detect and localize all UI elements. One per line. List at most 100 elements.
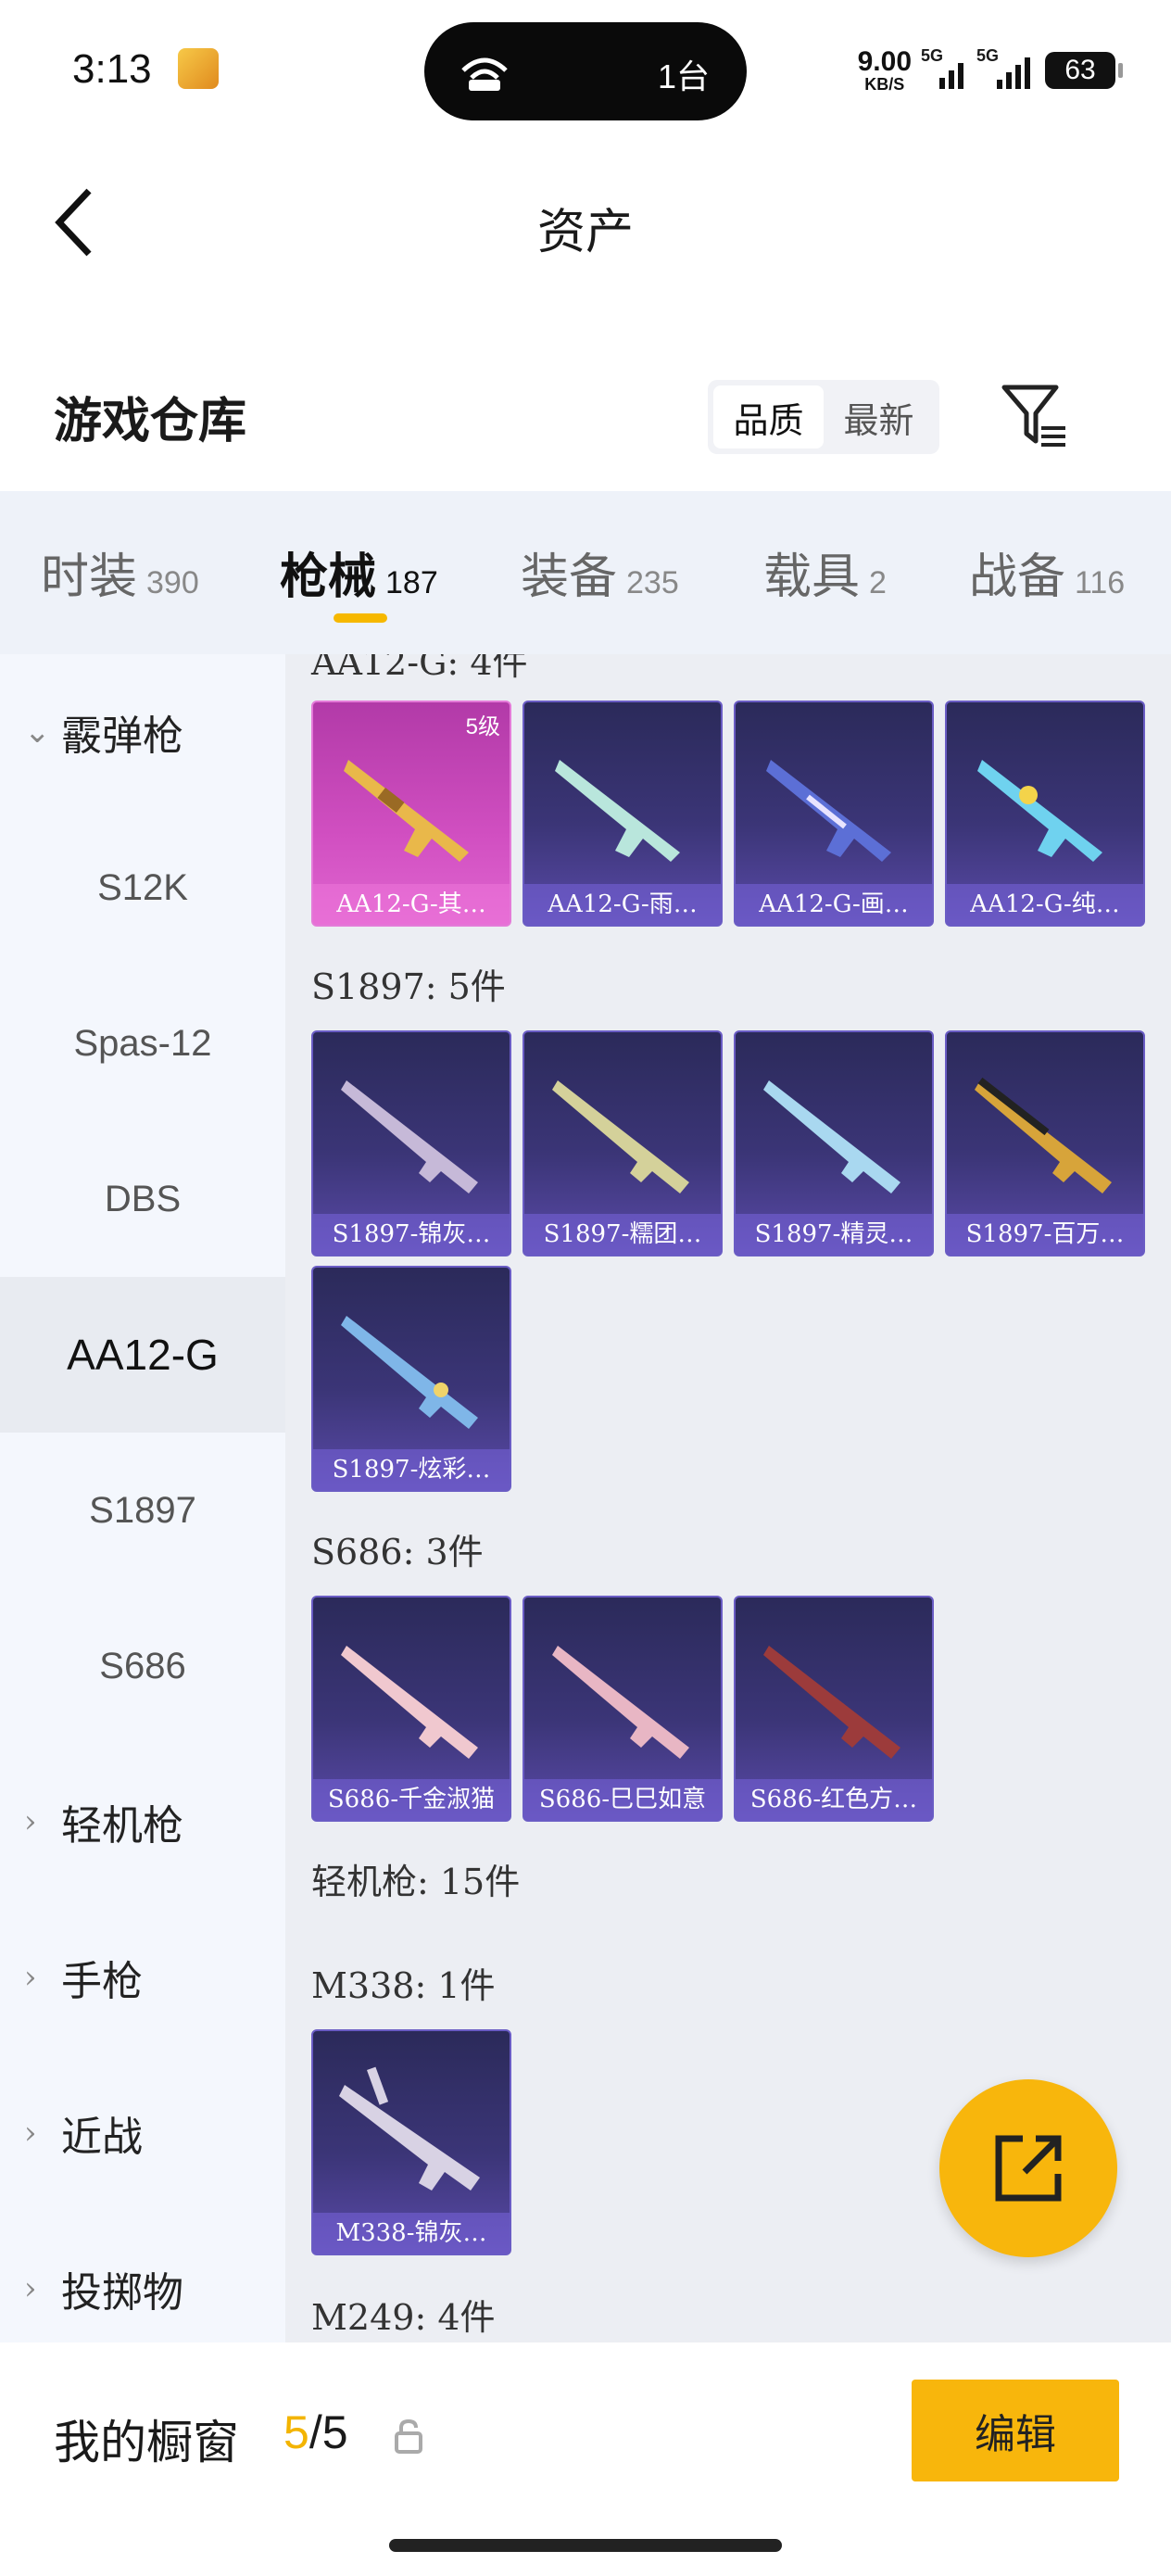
showcase-total: /5 [308, 2406, 348, 2458]
status-indicators: 9.00 KB/S 5G 5G 63 [858, 43, 1123, 98]
weapon-card[interactable]: S1897-精灵… [734, 1030, 934, 1256]
weapon-card[interactable]: AA12-G-画… [734, 701, 934, 927]
sort-newest-button[interactable]: 最新 [824, 385, 934, 448]
shotgun-icon [341, 1080, 478, 1193]
weapon-card-label: M338-锦灰… [313, 2213, 510, 2254]
page-title: 资产 [536, 205, 634, 260]
sidebar-group-label: 手枪 [61, 1958, 143, 2005]
sidebar-group-shotgun[interactable]: ⌄ 霰弹枪 [0, 654, 285, 810]
sidebar-group-label: 霰弹枪 [61, 713, 183, 760]
edit-button[interactable]: 编辑 [912, 2380, 1119, 2481]
showcase-label: 我的橱窗 [54, 2416, 239, 2469]
tab-label: 战备 [969, 549, 1066, 605]
section-label-m338: M338: 1件 [311, 1965, 496, 2006]
weapon-card[interactable]: AA12-G-纯… [945, 701, 1145, 927]
chevron-down-icon: ⌄ [24, 713, 51, 751]
sidebar-item-dbs[interactable]: DBS [0, 1121, 285, 1277]
tab-supplies[interactable]: 战备 116 [969, 537, 1125, 607]
battery-icon: 63 [1045, 52, 1123, 89]
sidebar-group-label: 轻机枪 [61, 1802, 183, 1850]
weapon-card-label: AA12-G-雨… [524, 884, 721, 925]
chevron-right-icon: › [24, 1803, 37, 1840]
shotgun-icon [341, 1316, 478, 1429]
header: 资产 [0, 139, 1171, 306]
weapon-category-sidebar: ⌄ 霰弹枪 S12K Spas-12 DBS AA12-G S1897 S686… [0, 654, 285, 2342]
tab-label: 载具 [763, 549, 861, 605]
status-bar: 3:13 1台 9.00 KB/S 5G 5G 63 [0, 0, 1171, 139]
hotspot-icon [461, 57, 508, 91]
showcase-current: 5 [283, 2406, 309, 2458]
weapon-card[interactable]: S1897-百万… [945, 1030, 1145, 1256]
weapon-card-label: AA12-G-画… [736, 884, 932, 925]
tab-fashion[interactable]: 时装 390 [41, 537, 199, 607]
rifle-icon [555, 760, 680, 862]
rifle-icon [977, 760, 1102, 862]
lock-icon [395, 2418, 422, 2454]
tab-count: 116 [1075, 565, 1126, 600]
weapon-card[interactable]: M338-锦灰… [311, 2029, 511, 2255]
warehouse-title: 游戏仓库 [54, 393, 247, 449]
weapon-card-label: S1897-百万… [947, 1214, 1143, 1255]
chevron-right-icon: › [24, 2115, 37, 2152]
rifle-icon [766, 760, 891, 862]
tab-count: 2 [869, 565, 887, 600]
tab-count: 390 [146, 565, 199, 600]
home-indicator[interactable] [389, 2539, 782, 2552]
shotgun-icon [552, 1080, 689, 1193]
weapon-card-label: S686-千金淑猫 [313, 1779, 510, 1820]
status-time: 3:13 [72, 46, 152, 92]
weapon-card[interactable]: S1897-锦灰… [311, 1030, 511, 1256]
weapon-card-label: S1897-炫彩… [313, 1449, 510, 1490]
section-label-s1897: S1897: 5件 [311, 966, 506, 1007]
sidebar-group-lmg[interactable]: › 轻机枪 [0, 1744, 285, 1900]
weapon-card[interactable]: S686-千金淑猫 [311, 1596, 511, 1822]
dynamic-island[interactable]: 1台 [424, 22, 747, 120]
weapon-card-label: S686-巳巳如意 [524, 1779, 721, 1820]
net-speed-unit: KB/S [864, 75, 905, 94]
net-speed: 9.00 KB/S [858, 48, 912, 94]
tab-count: 235 [626, 565, 679, 600]
tab-vehicles[interactable]: 载具 2 [763, 537, 887, 607]
sort-quality-button[interactable]: 品质 [713, 385, 824, 448]
weapon-card[interactable]: 5级 AA12-G-其… [311, 701, 511, 927]
weapon-card-label: S1897-糯团… [524, 1214, 721, 1255]
rifle-icon [344, 760, 469, 862]
shotgun-icon [763, 1646, 900, 1759]
weapon-card[interactable]: S686-巳巳如意 [523, 1596, 723, 1822]
signal-2-label: 5G [976, 46, 1000, 65]
section-label-lmg: 轻机枪: 15件 [311, 1862, 521, 1902]
sidebar-item-spas12[interactable]: Spas-12 [0, 966, 285, 1121]
weapon-card[interactable]: S686-红色方… [734, 1596, 934, 1822]
sidebar-group-pistol[interactable]: › 手枪 [0, 1900, 285, 2055]
weapon-card-label: AA12-G-纯… [947, 884, 1143, 925]
sidebar-group-melee[interactable]: › 近战 [0, 2055, 285, 2211]
shotgun-icon [763, 1080, 900, 1193]
sidebar-item-s686[interactable]: S686 [0, 1588, 285, 1744]
weapon-card[interactable]: S1897-炫彩… [311, 1266, 511, 1492]
sidebar-item-s1897[interactable]: S1897 [0, 1433, 285, 1588]
weapon-card-label: S1897-精灵… [736, 1214, 932, 1255]
weapon-card[interactable]: AA12-G-雨… [523, 701, 723, 927]
tab-weapons[interactable]: 枪械 187 [280, 537, 438, 607]
shotgun-icon [341, 1646, 478, 1759]
sidebar-item-aa12g[interactable]: AA12-G [0, 1277, 285, 1433]
weapon-card-label: AA12-G-其… [313, 884, 510, 925]
signal-icon: 5G [921, 46, 967, 89]
signal-1-label: 5G [921, 46, 944, 65]
showcase-bar: 我的橱窗 5/5 编辑 [0, 2342, 1171, 2576]
sidebar-item-s12k[interactable]: S12K [0, 810, 285, 966]
tab-equipment[interactable]: 装备 235 [521, 537, 679, 607]
section-label-m249: M249: 4件 [311, 2297, 496, 2338]
share-button[interactable] [939, 2079, 1117, 2257]
app-notification-icon [178, 48, 219, 89]
tab-count: 187 [385, 565, 438, 600]
sidebar-group-label: 近战 [61, 2114, 143, 2161]
sidebar-group-label: 投掷物 [61, 2269, 183, 2317]
weapon-card-label: S686-红色方… [736, 1779, 932, 1820]
sort-toggle: 品质 最新 [708, 380, 939, 454]
share-external-icon [995, 2135, 1062, 2202]
weapon-card[interactable]: S1897-糯团… [523, 1030, 723, 1256]
island-text: 1台 [657, 57, 710, 95]
filter-icon[interactable] [1001, 384, 1071, 450]
tab-label: 时装 [41, 549, 138, 605]
